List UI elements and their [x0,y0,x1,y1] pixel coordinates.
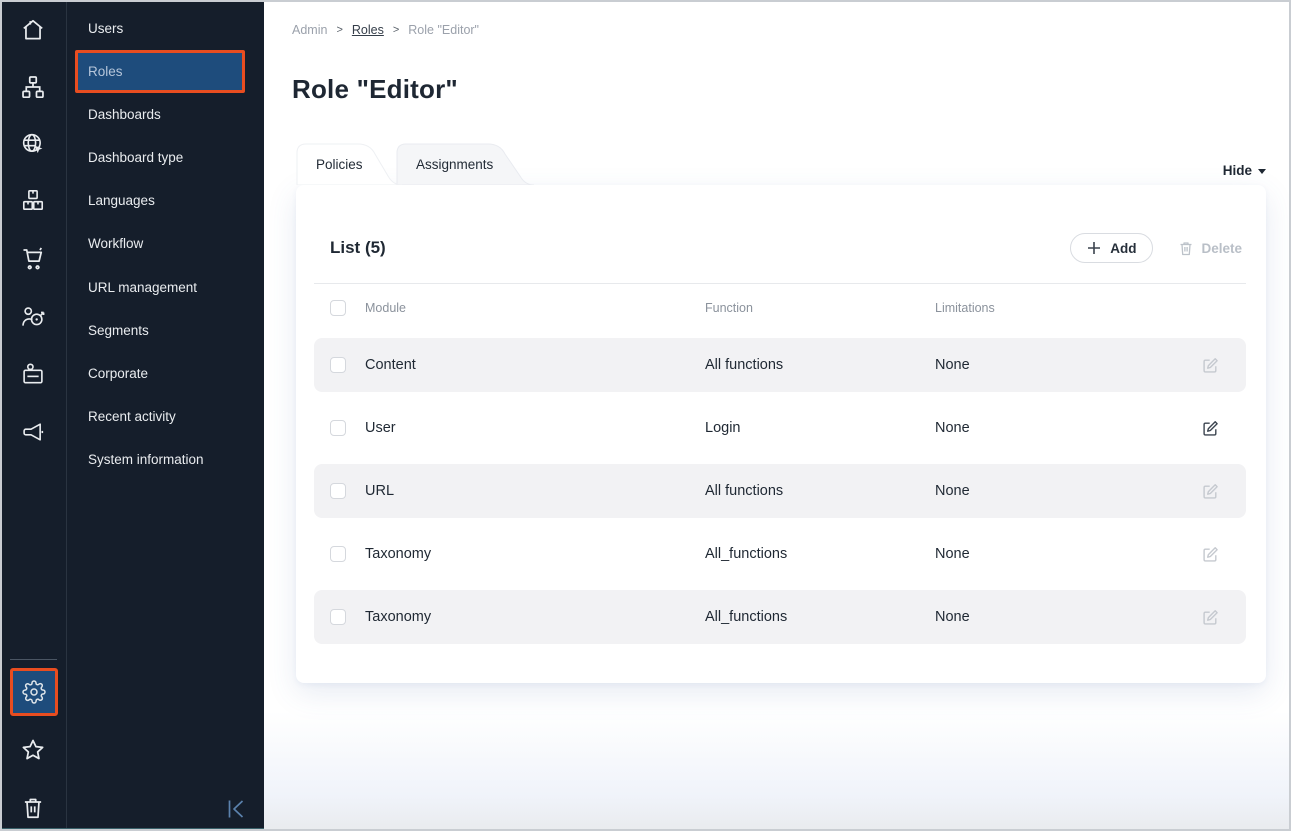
gear-icon [22,680,46,704]
breadcrumb: Admin > Roles > Role "Editor" [292,23,479,37]
sidebar-menu: Users Roles Dashboards Dashboard type La… [66,0,264,828]
sidebar-item-dashboards[interactable]: Dashboards [67,93,265,136]
list-actions: Add Delete [1070,233,1242,263]
star-icon[interactable] [20,737,46,763]
sidebar-item-dashboard-type[interactable]: Dashboard type [67,136,265,179]
page-title: Role "Editor" [292,74,458,105]
breadcrumb-separator: > [393,24,399,36]
cell-module: User [365,420,695,436]
sidebar-item-languages[interactable]: Languages [67,179,265,222]
breadcrumb-admin: Admin [292,23,327,37]
policies-panel: List (5) Add Delete Module Function Limi… [296,185,1266,683]
table-header-row: Module Function Limitations [314,289,1246,327]
settings-gear-highlight[interactable] [10,668,58,716]
delete-button[interactable]: Delete [1179,241,1242,256]
cell-module: URL [365,483,695,499]
globe-pointer-icon[interactable] [20,131,46,157]
cell-module: Taxonomy [365,609,695,625]
collapse-left-icon[interactable] [224,798,248,820]
row-checkbox[interactable] [330,609,346,625]
cell-limitations: None [935,546,1202,562]
home-icon[interactable] [20,17,46,43]
sidebar-item-segments[interactable]: Segments [67,309,265,352]
column-header-module: Module [365,301,695,315]
cell-limitations: None [935,420,1202,436]
cell-function: All functions [705,357,925,373]
tab-label: Assignments [416,143,493,185]
table-row[interactable]: Content All functions None [314,338,1246,392]
megaphone-icon[interactable] [20,419,46,445]
page-bottom-fade [264,711,1291,831]
column-header-limitations: Limitations [935,301,1202,315]
trash-icon[interactable] [20,795,46,821]
row-checkbox[interactable] [330,483,346,499]
breadcrumb-current: Role "Editor" [408,23,479,37]
row-checkbox[interactable] [330,546,346,562]
row-checkbox[interactable] [330,357,346,373]
table-row[interactable]: Taxonomy All_functions None [314,527,1246,581]
list-title: List (5) [330,238,386,258]
cell-function: All functions [705,483,925,499]
sidebar-item-url-management[interactable]: URL management [67,266,265,309]
icon-rail [0,0,66,828]
caret-down-icon [1258,169,1266,174]
rail-divider [10,659,57,660]
edit-icon[interactable] [1202,420,1219,437]
cell-limitations: None [935,357,1202,373]
cart-icon[interactable] [20,245,46,271]
tab-assignments[interactable]: Assignments [396,143,546,185]
sidebar-item-workflow[interactable]: Workflow [67,222,265,265]
id-badge-icon[interactable] [20,361,46,387]
sidebar-item-recent-activity[interactable]: Recent activity [67,395,265,438]
table-row[interactable]: Taxonomy All_functions None [314,590,1246,644]
cell-limitations: None [935,609,1202,625]
column-header-function: Function [705,301,925,315]
sidebar-item-users[interactable]: Users [67,7,265,50]
cell-function: All_functions [705,609,925,625]
add-button[interactable]: Add [1070,233,1153,263]
cell-limitations: None [935,483,1202,499]
table-row[interactable]: User Login None [314,401,1246,455]
edit-icon[interactable] [1202,483,1219,500]
edit-icon[interactable] [1202,357,1219,374]
packages-icon[interactable] [20,187,46,213]
edit-icon[interactable] [1202,609,1219,626]
row-checkbox[interactable] [330,420,346,436]
audience-target-icon[interactable] [20,304,46,330]
list-header: List (5) Add Delete [330,233,1242,263]
cell-function: Login [705,420,925,436]
sidebar-item-system-information[interactable]: System information [67,438,265,481]
edit-icon[interactable] [1202,546,1219,563]
sidebar-item-corporate[interactable]: Corporate [67,352,265,395]
trash-icon [1179,241,1193,256]
hide-toggle[interactable]: Hide [1223,163,1266,178]
plus-icon [1087,241,1101,255]
select-all-checkbox[interactable] [330,300,346,316]
header-divider [314,283,1246,284]
sitemap-icon[interactable] [20,74,46,100]
tab-label: Policies [316,143,363,185]
cell-module: Content [365,357,695,373]
table-row[interactable]: URL All functions None [314,464,1246,518]
hide-label: Hide [1223,163,1252,178]
breadcrumb-separator: > [336,24,342,36]
cell-module: Taxonomy [365,546,695,562]
cell-function: All_functions [705,546,925,562]
add-label: Add [1110,241,1136,256]
breadcrumb-roles-link[interactable]: Roles [352,23,384,37]
main-content: Admin > Roles > Role "Editor" Role "Edit… [264,0,1291,831]
tab-policies[interactable]: Policies [296,143,412,185]
delete-label: Delete [1201,241,1242,256]
sidebar-item-roles[interactable]: Roles [67,50,265,93]
